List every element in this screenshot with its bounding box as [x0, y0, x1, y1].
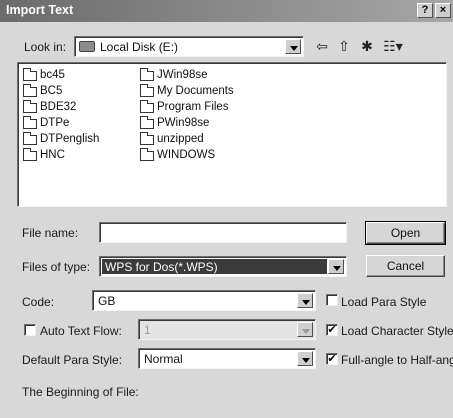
code-combo[interactable]: GB [92, 290, 316, 311]
load-para-style-label: Load Para Style [341, 295, 427, 309]
list-item[interactable]: My Documents [140, 83, 234, 99]
list-item-label: WINDOWS [157, 149, 216, 161]
folder-icon [140, 83, 154, 97]
check-icon: ✔ [327, 324, 337, 336]
default-para-style-combo[interactable]: Normal [138, 348, 316, 369]
folder-icon [140, 99, 154, 113]
folder-icon [23, 131, 37, 145]
list-item-label: Program Files [157, 101, 229, 113]
load-para-style-checkbox[interactable] [326, 294, 338, 306]
list-item-label: BC5 [40, 85, 63, 97]
list-item[interactable]: DTPenglish [23, 131, 99, 147]
list-item[interactable]: Program Files [140, 99, 229, 115]
load-character-style-checkbox[interactable]: ✔ [326, 324, 338, 336]
view-menu-icon[interactable]: ☷▾ [380, 38, 406, 54]
file-name-label: File name: [22, 226, 79, 240]
list-item-label: BDE32 [40, 101, 77, 113]
list-item[interactable]: unzipped [140, 131, 204, 147]
list-item[interactable]: BDE32 [23, 99, 76, 115]
folder-icon [140, 115, 154, 129]
full-angle-checkbox[interactable]: ✔ [326, 353, 338, 365]
code-dropdown-icon[interactable] [297, 293, 313, 308]
code-label: Code: [22, 295, 55, 309]
file-type-combo[interactable]: WPS for Dos(*.WPS) [99, 256, 347, 277]
default-para-style-dropdown-icon[interactable] [297, 351, 313, 366]
list-item-label: HNC [40, 149, 65, 161]
default-para-style-label: Default Para Style: [22, 353, 123, 367]
file-type-dropdown-icon[interactable] [328, 259, 344, 274]
default-para-style-value: Normal [144, 352, 183, 366]
open-button[interactable]: Open [365, 221, 446, 245]
code-value: GB [98, 294, 116, 308]
list-item[interactable]: DTPe [23, 115, 69, 131]
auto-text-flow-combo[interactable]: 1 [138, 319, 316, 340]
look-in-dropdown-icon[interactable] [285, 39, 301, 54]
folder-icon [23, 147, 37, 161]
folder-icon [140, 131, 154, 145]
file-type-label: Files of type: [22, 260, 91, 274]
up-folder-icon[interactable]: ⇧ [335, 38, 353, 54]
list-item-label: bc45 [40, 69, 65, 81]
folder-icon [23, 99, 37, 113]
list-item[interactable]: PWin98se [140, 115, 209, 131]
list-item-label: My Documents [157, 85, 234, 97]
new-folder-icon[interactable]: ✱ [358, 38, 376, 54]
auto-text-flow-label: Auto Text Flow: [40, 324, 122, 338]
list-item-label: PWin98se [157, 117, 210, 129]
look-in-label: Look in: [24, 40, 67, 54]
folder-icon [140, 67, 154, 81]
list-item[interactable]: WINDOWS [140, 147, 215, 163]
check-icon: ✔ [327, 353, 337, 365]
full-angle-label: Full-angle to Half-angle [341, 353, 453, 367]
file-list[interactable]: bc45 BC5 BDE32 DTPe DTPenglish HNC JWin9… [17, 62, 447, 207]
cancel-button[interactable]: Cancel [366, 255, 445, 277]
folder-icon [23, 67, 37, 81]
folder-icon [23, 115, 37, 129]
list-item-label: JWin98se [157, 69, 208, 81]
folder-icon [23, 83, 37, 97]
file-name-input[interactable] [99, 222, 347, 243]
list-item[interactable]: bc45 [23, 67, 65, 83]
help-button[interactable]: ? [417, 3, 433, 18]
folder-icon [140, 147, 154, 161]
drive-icon [79, 41, 95, 52]
back-icon[interactable]: ⇦ [313, 38, 331, 54]
list-item[interactable]: HNC [23, 147, 65, 163]
look-in-value: Local Disk (E:) [100, 40, 179, 54]
dialog-title: Import Text [6, 3, 74, 17]
auto-text-flow-checkbox[interactable] [24, 324, 36, 336]
auto-text-flow-value: 1 [144, 323, 151, 337]
list-item-label: DTPenglish [40, 133, 100, 145]
preview-label: The Beginning of File: [22, 385, 139, 399]
list-item[interactable]: BC5 [23, 83, 62, 99]
auto-text-flow-dropdown-icon[interactable] [297, 322, 313, 337]
load-character-style-label: Load Character Style [341, 324, 453, 338]
file-type-value: WPS for Dos(*.WPS) [105, 260, 218, 274]
list-item[interactable]: JWin98se [140, 67, 208, 83]
title-bar: Import Text ? × [0, 0, 453, 22]
list-item-label: unzipped [157, 133, 204, 145]
list-item-label: DTPe [40, 117, 70, 129]
close-button[interactable]: × [435, 3, 451, 18]
look-in-combo[interactable]: Local Disk (E:) [74, 36, 304, 57]
